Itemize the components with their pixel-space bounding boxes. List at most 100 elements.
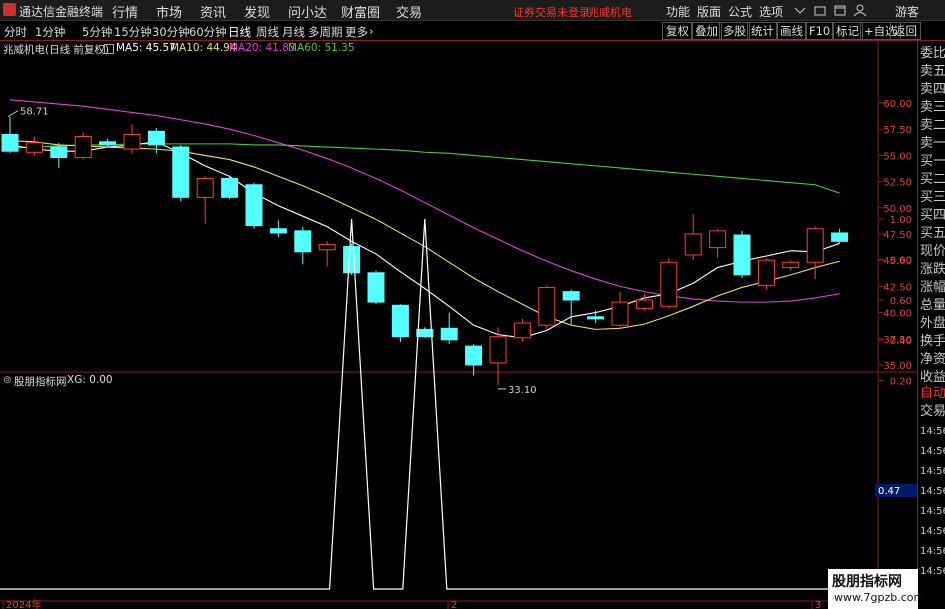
price-tick-label: 47.50 [883,230,912,241]
btn-adjust[interactable]: 复权 [662,22,693,40]
btn-multi-stock[interactable]: 多股 [719,22,750,40]
user-icon[interactable] [850,2,870,18]
indicator-tick-label: 0.20 [890,377,912,388]
menu-trade[interactable]: 交易 [396,2,422,21]
high-marker-line [7,110,19,118]
tab-15min[interactable]: 15分钟 [114,24,152,40]
candle-down [391,304,409,338]
tab-1min[interactable]: 1分钟 [35,24,65,40]
tab-weekly[interactable]: 周线 [256,24,279,40]
menu-wealth[interactable]: 财富圈 [341,2,380,21]
candle-up [318,243,336,251]
side-item: 外盘 [920,316,945,331]
candle-down [221,177,239,198]
candle-up [538,286,556,326]
side-item: 卖四 [920,82,945,97]
chart-title: 兆威机电(日线 前复权) [3,44,110,56]
side-trade[interactable]: 交易 [920,403,945,421]
side-time: 14:56 [920,546,945,557]
btn-overlay[interactable]: 叠加 [691,22,722,40]
menu-market[interactable]: 市场 [156,2,182,21]
side-item: 净资 [920,352,945,367]
candle-down [562,291,580,301]
indicator-tick-label: 0.80 [890,255,912,266]
btn-stats[interactable]: 统计 [747,22,778,40]
side-item: 卖五 [920,64,945,79]
login-warning[interactable]: 证券交易未登录 [513,4,590,20]
menu-quotes[interactable]: 行情 [112,2,138,21]
app-title: 通达信金融终端 [19,5,104,19]
price-tick-label: 60.00 [883,99,912,110]
ma60-line [9,143,840,194]
side-time: 14:56 [920,466,945,477]
chart-toggle-icon[interactable] [104,44,114,54]
low-marker-label: 33.10 [508,385,537,396]
candle-up [782,261,800,269]
ma60-label: MA60: 51.35 [288,42,355,54]
side-item: 买三 [920,190,945,205]
side-time: 14:56 [920,566,945,577]
candle-up [513,322,531,339]
price-tick-label: 40.00 [883,309,912,320]
tab-intraday[interactable]: 分时 [4,24,27,40]
indicator-name: 股朋指标网 [14,376,67,388]
restore-icon[interactable] [830,2,850,18]
side-item: 卖三 [920,100,945,115]
side-time: 14:56 [920,486,945,497]
app-logo-icon [3,3,16,16]
side-item: 卖一 [920,136,945,151]
kline-chart[interactable]: 60.0057.5055.0052.5050.0047.5045.0042.50… [0,41,917,609]
time-tick-label: 3 [815,600,821,609]
tab-5min[interactable]: 5分钟 [82,24,112,40]
btn-mark[interactable]: 标记 [832,22,863,40]
candle-down [1,133,19,152]
price-tick-label: 57.50 [883,125,912,136]
candle-up [660,261,678,307]
menu-dropdown-icon[interactable] [790,2,810,18]
menu-function[interactable]: 功能 [666,3,690,20]
candle-down [733,234,751,276]
tab-daily[interactable]: 日线 [228,24,251,40]
indicator-tick-label: 0.60 [890,296,912,307]
candle-down [294,230,312,253]
side-auto[interactable]: 自动 [920,385,945,403]
menu-layout[interactable]: 版面 [697,3,721,20]
btn-back[interactable]: 返回 [890,22,921,40]
side-item: 总量 [920,298,945,313]
menu-formula[interactable]: 公式 [728,3,752,20]
minimize-icon[interactable] [810,2,830,18]
candle-up [196,177,214,198]
indicator-collapse-icon[interactable]: ⊚ [3,374,12,386]
side-item: 涨幅 [920,280,945,295]
side-time: 14:56 [920,526,945,537]
time-tick-label: 2 [451,600,457,609]
guest-label[interactable]: 游客 [895,3,919,20]
side-item: 换手 [920,334,945,349]
tab-monthly[interactable]: 月线 [282,24,305,40]
btn-f10[interactable]: F10 [805,22,835,40]
tab-more[interactable]: 更多 [345,24,368,40]
side-item[interactable]: 委比 [920,45,945,63]
watermark: 股朋指标网 www.7gpzb.com [828,569,924,609]
tab-60min[interactable]: 60分钟 [189,24,227,40]
side-item: 买五 [920,226,945,241]
menu-news[interactable]: 资讯 [200,2,226,21]
side-time: 14:56 [920,446,945,457]
menu-options[interactable]: 选项 [759,3,783,20]
side-item: 买一 [920,154,945,169]
candle-down [367,272,385,303]
tab-30min[interactable]: 30分钟 [152,24,190,40]
menu-ask[interactable]: 问小达 [288,2,327,21]
candle-down [245,184,263,227]
more-chevron-icon[interactable]: › [369,24,374,38]
ma5-label: MA5: 45.57 [116,42,176,54]
candle-up [684,233,702,256]
candle-down [416,328,434,338]
tab-multi-period[interactable]: 多周期 [308,24,343,40]
candle-up [25,142,43,153]
candle-down [587,316,605,320]
title-bar: 通达信金融终端 行情 市场 资讯 发现 问小达 财富圈 交易 证券交易未登录 兆… [0,0,945,21]
candle-up [757,259,775,286]
menu-discover[interactable]: 发现 [244,2,270,21]
btn-draw[interactable]: 画线 [776,22,807,40]
